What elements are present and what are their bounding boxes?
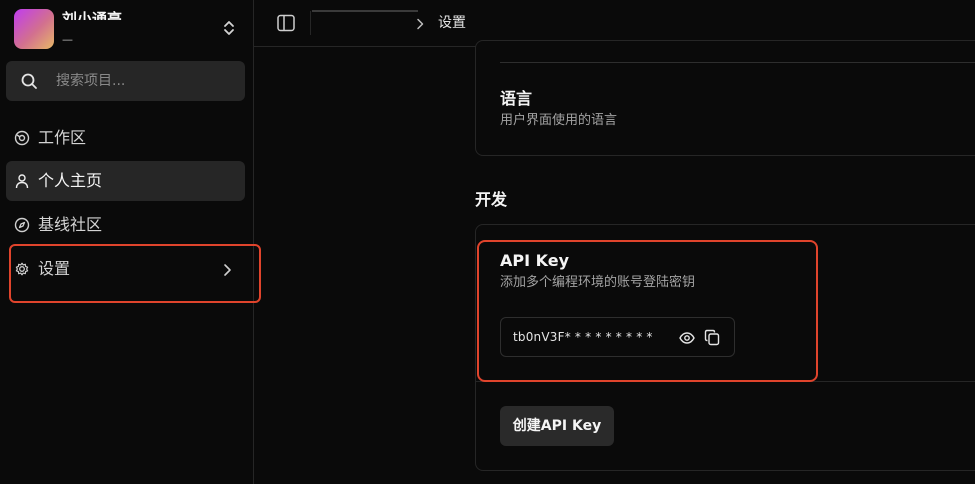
- api-key-highlight-frame: [477, 240, 818, 382]
- sidebar-item-workspace[interactable]: 工作区: [6, 118, 245, 158]
- language-description: 用户界面使用的语言: [500, 113, 618, 128]
- search-icon: [20, 72, 38, 90]
- workspace-name: 刘小通亮: [62, 10, 123, 20]
- divider: [500, 62, 975, 63]
- workspace-icon: [14, 130, 30, 146]
- sidebar-item-label: 个人主页: [38, 171, 103, 190]
- chevron-up-down-icon[interactable]: [219, 18, 239, 38]
- sidebar-item-community[interactable]: 基线社区: [6, 205, 245, 245]
- compass-icon: [14, 217, 30, 233]
- language-title: 语言: [500, 89, 533, 108]
- chevron-right-icon: [415, 16, 425, 30]
- settings-highlight-frame: [9, 244, 261, 303]
- section-heading: 开发: [475, 190, 508, 209]
- sidebar-toggle-icon[interactable]: [276, 14, 296, 32]
- language-card: [475, 40, 975, 156]
- sidebar-item-label: 工作区: [38, 128, 87, 147]
- workspace-avatar[interactable]: [14, 9, 54, 49]
- sidebar: 刘小通亮 — 搜索项目... 工作区 个人主页 基线社区 设置: [0, 0, 261, 484]
- search-placeholder: 搜索项目...: [56, 73, 126, 89]
- divider: [310, 11, 311, 35]
- user-icon: [14, 173, 30, 189]
- sidebar-item-label: 基线社区: [38, 215, 103, 234]
- search-input[interactable]: 搜索项目...: [6, 61, 245, 101]
- create-api-key-button[interactable]: 创建API Key: [500, 406, 614, 446]
- sidebar-item-profile[interactable]: 个人主页: [6, 161, 245, 201]
- breadcrumb-current: 设置: [438, 15, 466, 31]
- breadcrumb-parent[interactable]: [312, 10, 418, 12]
- workspace-subtitle: —: [62, 38, 102, 42]
